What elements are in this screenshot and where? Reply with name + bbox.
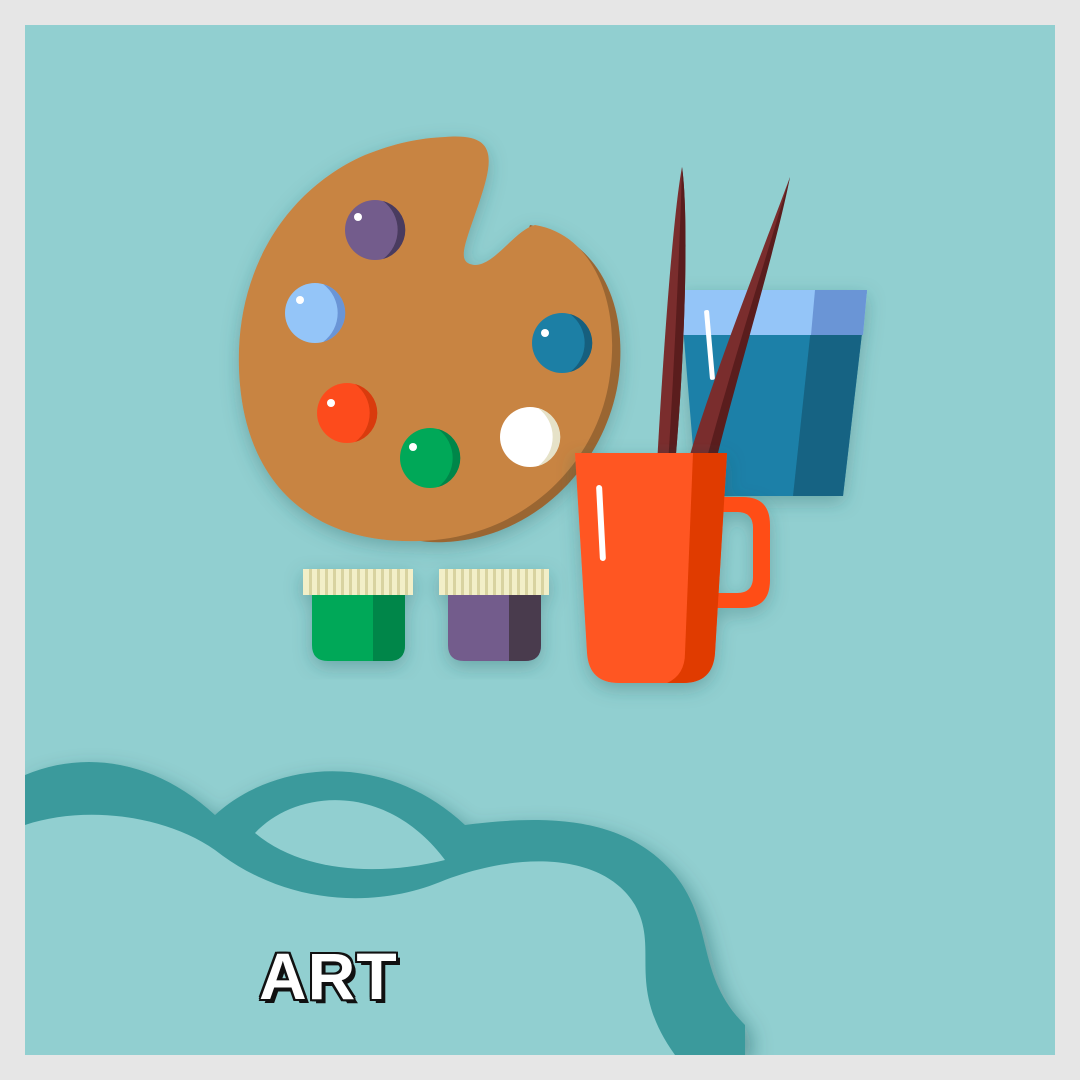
paint-dot-white: [500, 407, 561, 467]
paint-dot-red-orange: [317, 383, 378, 443]
paint-jar-purple: [439, 569, 549, 661]
paint-dot-green: [400, 428, 461, 488]
art-illustration: [25, 136, 867, 1055]
paint-jar-icon: [303, 569, 549, 661]
paint-dot-light-blue: [285, 283, 346, 343]
paint-jar-green: [303, 569, 413, 661]
palette-icon: [238, 136, 621, 543]
art-card: ART: [25, 25, 1055, 1055]
art-title: ART: [259, 939, 398, 1013]
paint-dot-purple: [345, 200, 406, 260]
paint-dot-teal-blue: [532, 313, 593, 373]
